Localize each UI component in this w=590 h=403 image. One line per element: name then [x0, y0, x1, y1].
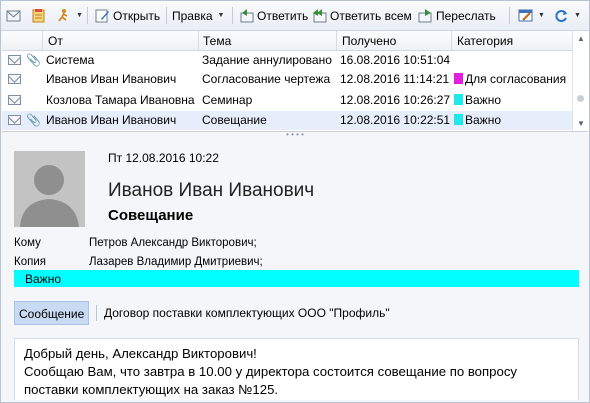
table-row[interactable]: 📎 Система Задание аннулировано 16.08.201… — [2, 51, 572, 70]
row-received: 16.08.2016 10:51:04 — [340, 53, 451, 67]
edit-menu-button[interactable]: Правка ▼ — [172, 5, 224, 26]
reply-all-button[interactable]: Ответить всем — [312, 5, 412, 26]
person-run-icon — [56, 8, 71, 23]
avatar — [14, 151, 85, 227]
category-label: Важно — [25, 272, 62, 286]
document-icon — [31, 8, 46, 23]
envelope-icon — [8, 55, 21, 65]
row-subject: Семинар — [202, 93, 253, 107]
body-line: Сообщаю Вам, что завтра в 10.00 у директ… — [24, 364, 518, 379]
column-category[interactable]: Категория — [457, 34, 513, 48]
tab-message-label: Сообщение — [19, 307, 85, 321]
row-subject: Задание аннулировано — [202, 53, 332, 67]
forward-label: Переслать — [436, 8, 496, 23]
attachment-icon: 📎 — [26, 113, 41, 127]
row-category: Важно — [454, 93, 501, 107]
create-document-button[interactable] — [31, 5, 46, 26]
message-body[interactable]: Добрый день, Александр Викторович! Сообщ… — [14, 338, 579, 400]
category-bar: Важно — [14, 270, 579, 287]
column-subject[interactable]: Тема — [203, 34, 231, 48]
row-subject: Согласование чертежа — [202, 72, 331, 86]
edit-icon — [95, 8, 110, 23]
category-swatch — [454, 73, 463, 84]
attachment-icon: 📎 — [26, 53, 41, 67]
category-swatch — [454, 114, 463, 125]
forward-button[interactable]: Переслать — [418, 5, 496, 26]
layout-icon — [518, 8, 533, 23]
envelope-icon — [8, 95, 21, 105]
toolbar: ▼ Открыть Правка ▼ Ответить Ответить все… — [1, 1, 589, 31]
scroll-down-icon[interactable]: ▼ — [577, 119, 585, 128]
chevron-down-icon: ▼ — [76, 12, 83, 19]
table-row-selected[interactable]: 📎 Иванов Иван Иванович Совещание 12.08.2… — [2, 111, 572, 130]
mail-window: ▼ Открыть Правка ▼ Ответить Ответить все… — [0, 0, 590, 403]
row-from: Система — [46, 53, 95, 67]
forward-icon — [418, 8, 433, 23]
category-swatch — [454, 94, 463, 105]
refresh-icon — [554, 8, 569, 23]
list-header: От Тема Получено Категория — [2, 31, 572, 51]
preview-pane: Пт 12.08.2016 10:22 Иванов Иван Иванович… — [2, 139, 588, 401]
body-line: поставки комплектующих на заказ №125. — [24, 382, 279, 397]
reply-button[interactable]: Ответить — [239, 5, 308, 26]
new-message-button[interactable] — [6, 5, 21, 26]
sender-name: Иванов Иван Иванович — [108, 180, 315, 201]
message-subject: Совещание — [108, 207, 194, 224]
reply-label: Ответить — [257, 8, 309, 23]
open-label: Открыть — [113, 8, 161, 23]
reply-all-icon — [312, 8, 327, 23]
route-button[interactable]: ▼ — [56, 5, 83, 26]
reply-all-label: Ответить всем — [330, 8, 412, 23]
row-category: Важно — [454, 113, 501, 127]
column-received[interactable]: Получено — [342, 34, 396, 48]
tab-document[interactable]: Договор поставки комплектующих ООО "Проф… — [104, 306, 390, 320]
chevron-down-icon: ▼ — [574, 12, 581, 19]
edit-menu-label: Правка — [172, 8, 213, 23]
column-from[interactable]: От — [48, 34, 63, 48]
message-datetime: Пт 12.08.2016 10:22 — [108, 151, 219, 165]
row-from: Иванов Иван Иванович — [46, 72, 177, 86]
to-value[interactable]: Петров Александр Викторович; — [89, 237, 257, 249]
chevron-down-icon: ▼ — [217, 12, 225, 19]
open-button[interactable]: Открыть — [95, 5, 160, 26]
row-from: Козлова Тамара Ивановна — [46, 93, 195, 107]
cc-label: Копия — [14, 256, 46, 268]
envelope-icon — [8, 115, 21, 125]
reply-icon — [239, 8, 254, 23]
list-scrollbar[interactable]: ▲ ▼ — [572, 31, 589, 131]
scroll-thumb[interactable] — [577, 95, 584, 102]
cc-value[interactable]: Лазарев Владимир Дмитриевич; — [89, 256, 263, 268]
envelope-icon — [6, 8, 21, 23]
row-subject: Совещание — [202, 113, 267, 127]
to-label: Кому — [14, 237, 41, 249]
body-line: Добрый день, Александр Викторович! — [24, 346, 257, 361]
chevron-down-icon: ▼ — [538, 12, 545, 19]
envelope-icon — [8, 74, 21, 84]
pane-splitter[interactable]: • • • • — [1, 131, 589, 139]
refresh-button[interactable]: ▼ — [554, 5, 581, 26]
row-category: Для согласования — [454, 72, 566, 86]
row-received: 12.08.2016 10:22:51 — [340, 113, 451, 127]
scroll-up-icon[interactable]: ▲ — [577, 34, 585, 43]
row-received: 12.08.2016 11:14:21 — [340, 72, 450, 86]
table-row[interactable]: Козлова Тамара Ивановна Семинар 12.08.20… — [2, 91, 572, 110]
view-settings-button[interactable]: ▼ — [518, 5, 545, 26]
row-received: 12.08.2016 10:26:27 — [340, 93, 451, 107]
row-from: Иванов Иван Иванович — [46, 113, 177, 127]
tab-message[interactable]: Сообщение — [14, 301, 89, 325]
table-row[interactable]: Иванов Иван Иванович Согласование чертеж… — [2, 70, 572, 89]
message-list: От Тема Получено Категория 📎 Система Зад… — [2, 31, 589, 132]
